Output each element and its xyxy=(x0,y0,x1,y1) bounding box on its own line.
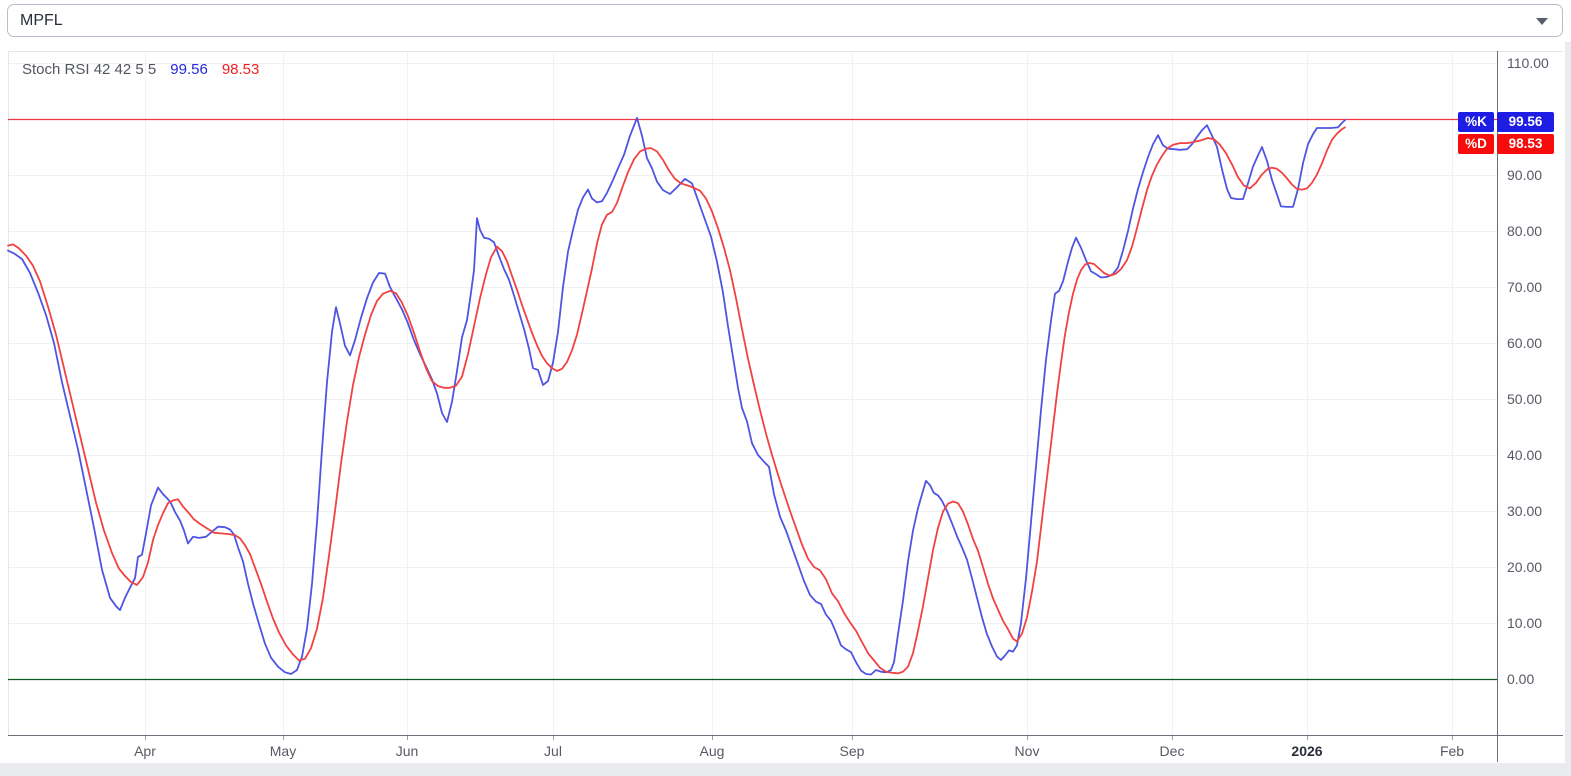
price-label: 80.00 xyxy=(1507,223,1543,239)
price-label: 10.00 xyxy=(1507,615,1543,631)
d-line-series xyxy=(7,126,1346,675)
price-label: 50.00 xyxy=(1507,391,1543,407)
stoch-rsi-plot[interactable] xyxy=(0,0,1571,776)
price-label: 60.00 xyxy=(1507,335,1543,351)
d-badge-value: 98.53 xyxy=(1497,134,1554,154)
time-label: May xyxy=(269,743,297,759)
price-label: 70.00 xyxy=(1507,279,1543,295)
price-label: 0.00 xyxy=(1507,671,1535,687)
price-label: 90.00 xyxy=(1507,167,1543,183)
time-label: Nov xyxy=(1014,743,1040,759)
indicator-legend[interactable]: Stoch RSI 42 42 5 5 99.56 98.53 xyxy=(22,61,259,79)
time-label: Feb xyxy=(1439,743,1465,759)
price-label: 20.00 xyxy=(1507,559,1543,575)
indicator-title: Stoch RSI 42 42 5 5 xyxy=(22,61,157,78)
indicator-d-value: 98.53 xyxy=(221,61,260,78)
k-badge-value: 99.56 xyxy=(1497,112,1554,132)
time-label: Aug xyxy=(699,743,725,759)
time-label: Dec xyxy=(1159,743,1185,759)
time-label: Jul xyxy=(544,743,562,759)
time-label: 2026 xyxy=(1291,743,1323,759)
indicator-k-value: 99.56 xyxy=(170,61,208,78)
price-label: 40.00 xyxy=(1507,447,1543,463)
k-badge-label: %K xyxy=(1458,112,1494,132)
d-badge-label: %D xyxy=(1458,134,1494,154)
price-label: 30.00 xyxy=(1507,503,1543,519)
time-label: Sep xyxy=(839,743,865,759)
price-label: 110.00 xyxy=(1507,55,1549,71)
time-label: Apr xyxy=(134,743,156,759)
time-label: Jun xyxy=(395,743,419,759)
